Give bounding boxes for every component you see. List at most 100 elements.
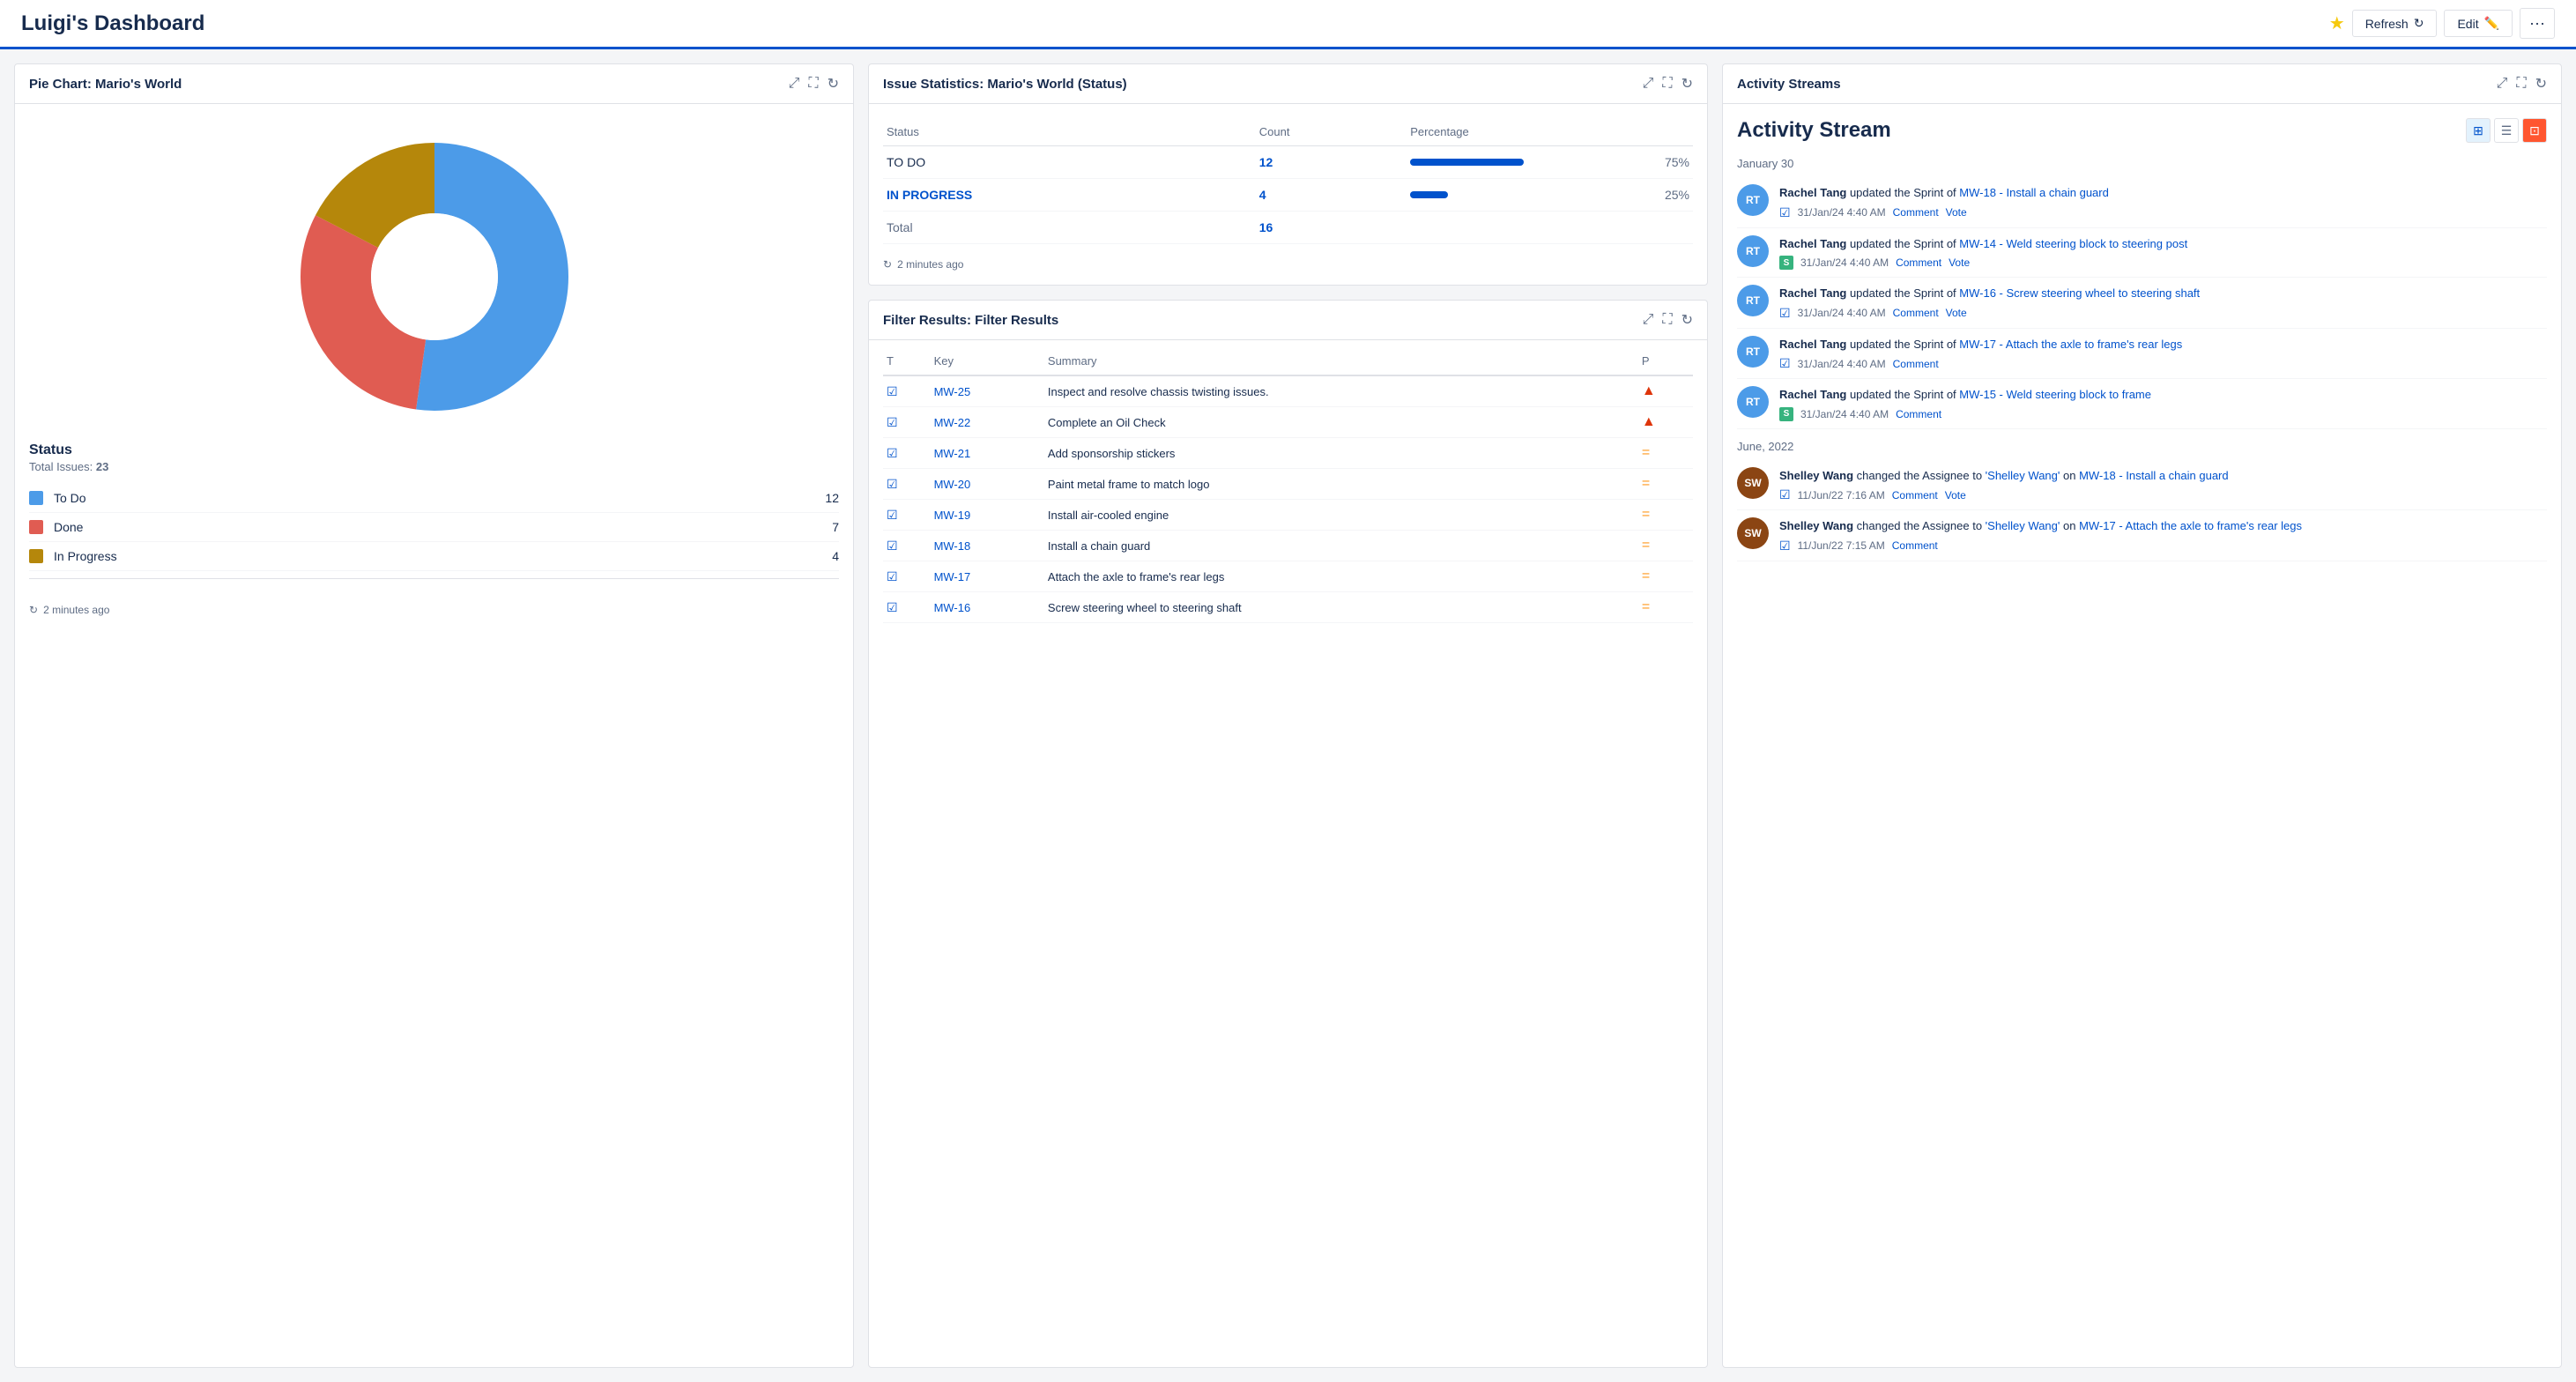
filter-key-cell[interactable]: MW-20 bbox=[931, 469, 1044, 500]
filter-type-cell: ☑ bbox=[883, 438, 931, 469]
pie-refresh-time: ↻ 2 minutes ago bbox=[29, 604, 839, 616]
activity-text: Rachel Tang updated the Sprint of MW-16 … bbox=[1779, 285, 2547, 302]
activity-action-comment[interactable]: Comment bbox=[1893, 307, 1939, 319]
activity-item: RT Rachel Tang updated the Sprint of MW-… bbox=[1737, 379, 2547, 429]
stats-expand-icon[interactable]: ⛶ bbox=[1662, 76, 1672, 92]
filter-key-cell[interactable]: MW-21 bbox=[931, 438, 1044, 469]
activity-action-comment[interactable]: Comment bbox=[1893, 358, 1939, 370]
filter-priority-cell: = bbox=[1638, 438, 1693, 469]
page-title: Luigi's Dashboard bbox=[21, 11, 204, 36]
activity-shrink-icon[interactable]: ⤢ bbox=[2497, 76, 2508, 92]
filter-refresh-icon[interactable]: ↻ bbox=[1681, 311, 1693, 329]
filter-shrink-icon[interactable]: ⤢ bbox=[1643, 312, 1654, 328]
task-icon: ☑ bbox=[887, 415, 898, 429]
issue-key-link[interactable]: MW-17 bbox=[934, 570, 971, 583]
filter-key-cell[interactable]: MW-18 bbox=[931, 531, 1044, 561]
issue-key-link[interactable]: MW-16 bbox=[934, 601, 971, 614]
activity-expand-icon[interactable]: ⛶ bbox=[2516, 76, 2526, 92]
activity-issue-link[interactable]: MW-17 - Attach the axle to frame's rear … bbox=[2079, 519, 2302, 532]
filter-priority-cell: ▲ bbox=[1638, 375, 1693, 407]
activity-issue-link[interactable]: MW-18 - Install a chain guard bbox=[2079, 469, 2229, 482]
edit-label: Edit bbox=[2457, 17, 2478, 31]
task-icon: ☑ bbox=[887, 384, 898, 398]
stats-total-count: 16 bbox=[1256, 212, 1407, 244]
activity-time: 31/Jan/24 4:40 AM bbox=[1798, 206, 1886, 219]
refresh-button[interactable]: Refresh ↻ bbox=[2352, 10, 2438, 37]
activity-text: Shelley Wang changed the Assignee to 'Sh… bbox=[1779, 517, 2547, 535]
activity-grid-view-btn[interactable]: ⊞ bbox=[2466, 118, 2491, 143]
filter-tbody: ☑ MW-25 Inspect and resolve chassis twis… bbox=[883, 375, 1693, 623]
priority-high-icon: ▲ bbox=[1642, 414, 1656, 429]
filter-key-cell[interactable]: MW-25 bbox=[931, 375, 1044, 407]
stats-col-pct-val bbox=[1565, 118, 1693, 146]
activity-action-comment[interactable]: Comment bbox=[1896, 256, 1941, 269]
star-button[interactable]: ★ bbox=[2329, 12, 2345, 34]
filter-row: ☑ MW-19 Install air-cooled engine = bbox=[883, 500, 1693, 531]
activity-assignee-link[interactable]: 'Shelley Wang' bbox=[1986, 519, 2060, 532]
issue-key-link[interactable]: MW-21 bbox=[934, 447, 971, 460]
activity-action-vote[interactable]: Vote bbox=[1949, 256, 1970, 269]
activity-panel-content: Activity Stream ⊞ ☰ ⊡ January 30RT Rache… bbox=[1723, 104, 2561, 1367]
pie-legend-count: 7 bbox=[832, 520, 839, 534]
activity-list-view-btn[interactable]: ☰ bbox=[2494, 118, 2519, 143]
edit-button[interactable]: Edit ✏️ bbox=[2444, 10, 2513, 37]
issue-key-link[interactable]: MW-22 bbox=[934, 416, 971, 429]
pie-legend-total: Total Issues: 23 bbox=[29, 460, 839, 473]
stats-bar-cell bbox=[1407, 179, 1565, 212]
activity-feed-btn[interactable]: ⊡ bbox=[2522, 118, 2547, 143]
more-button[interactable]: ··· bbox=[2520, 8, 2555, 39]
stats-total-label: Total bbox=[883, 212, 1256, 244]
activity-action-vote[interactable]: Vote bbox=[1946, 307, 1967, 319]
filter-key-cell[interactable]: MW-22 bbox=[931, 407, 1044, 438]
stats-shrink-icon[interactable]: ⤢ bbox=[1643, 76, 1654, 92]
filter-summary-cell: Install a chain guard bbox=[1044, 531, 1638, 561]
activity-action-vote[interactable]: Vote bbox=[1946, 206, 1967, 219]
avatar: RT bbox=[1737, 336, 1769, 368]
issue-key-link[interactable]: MW-19 bbox=[934, 509, 971, 522]
activity-date-header: January 30 bbox=[1737, 157, 2547, 170]
activity-assignee-link[interactable]: 'Shelley Wang' bbox=[1986, 469, 2060, 482]
stats-bar bbox=[1410, 159, 1524, 166]
pie-expand-icon[interactable]: ⛶ bbox=[808, 76, 818, 92]
filter-priority-cell: = bbox=[1638, 592, 1693, 623]
activity-action-vote[interactable]: Vote bbox=[1945, 489, 1966, 502]
activity-time: 31/Jan/24 4:40 AM bbox=[1798, 307, 1886, 319]
stats-panel-header: Issue Statistics: Mario's World (Status)… bbox=[869, 64, 1707, 104]
story-icon: S bbox=[1779, 256, 1793, 270]
pie-refresh-icon[interactable]: ↻ bbox=[828, 75, 839, 93]
activity-refresh-icon[interactable]: ↻ bbox=[2535, 75, 2547, 93]
filter-type-cell: ☑ bbox=[883, 407, 931, 438]
activity-action-comment[interactable]: Comment bbox=[1892, 539, 1938, 552]
activity-issue-link[interactable]: MW-15 - Weld steering block to frame bbox=[1959, 388, 2151, 401]
activity-time: 11/Jun/22 7:16 AM bbox=[1798, 489, 1885, 502]
issue-key-link[interactable]: MW-20 bbox=[934, 478, 971, 491]
middle-column: Issue Statistics: Mario's World (Status)… bbox=[868, 63, 1708, 1368]
filter-key-cell[interactable]: MW-17 bbox=[931, 561, 1044, 592]
activity-item: SW Shelley Wang changed the Assignee to … bbox=[1737, 510, 2547, 561]
activity-body: Shelley Wang changed the Assignee to 'Sh… bbox=[1779, 517, 2547, 554]
filter-col-priority: P bbox=[1638, 347, 1693, 375]
activity-action-comment[interactable]: Comment bbox=[1893, 206, 1939, 219]
task-type-icon: ☑ bbox=[1779, 539, 1791, 554]
activity-issue-link[interactable]: MW-14 - Weld steering block to steering … bbox=[1959, 237, 2187, 250]
filter-key-cell[interactable]: MW-16 bbox=[931, 592, 1044, 623]
issue-key-link[interactable]: MW-25 bbox=[934, 385, 971, 398]
activity-body: Rachel Tang updated the Sprint of MW-16 … bbox=[1779, 285, 2547, 321]
pie-panel-content: Status Total Issues: 23 To Do 12 Done 7 … bbox=[15, 104, 853, 1367]
activity-issue-link[interactable]: MW-18 - Install a chain guard bbox=[1959, 186, 2109, 199]
pie-shrink-icon[interactable]: ⤢ bbox=[789, 76, 800, 92]
activity-issue-link[interactable]: MW-16 - Screw steering wheel to steering… bbox=[1959, 286, 2200, 300]
activity-issue-link[interactable]: MW-17 - Attach the axle to frame's rear … bbox=[1959, 338, 2182, 351]
issue-key-link[interactable]: MW-18 bbox=[934, 539, 971, 553]
filter-expand-icon[interactable]: ⛶ bbox=[1662, 312, 1672, 328]
task-icon: ☑ bbox=[887, 539, 898, 553]
activity-action-comment[interactable]: Comment bbox=[1892, 489, 1938, 502]
stats-refresh-icon[interactable]: ↻ bbox=[1681, 75, 1693, 93]
filter-key-cell[interactable]: MW-19 bbox=[931, 500, 1044, 531]
stats-col-count: Count bbox=[1256, 118, 1407, 146]
pie-legend-color bbox=[29, 491, 43, 505]
priority-medium-icon: = bbox=[1642, 599, 1650, 614]
activity-action-comment[interactable]: Comment bbox=[1896, 408, 1941, 420]
stats-count-cell: 4 bbox=[1256, 179, 1407, 212]
avatar: SW bbox=[1737, 517, 1769, 549]
